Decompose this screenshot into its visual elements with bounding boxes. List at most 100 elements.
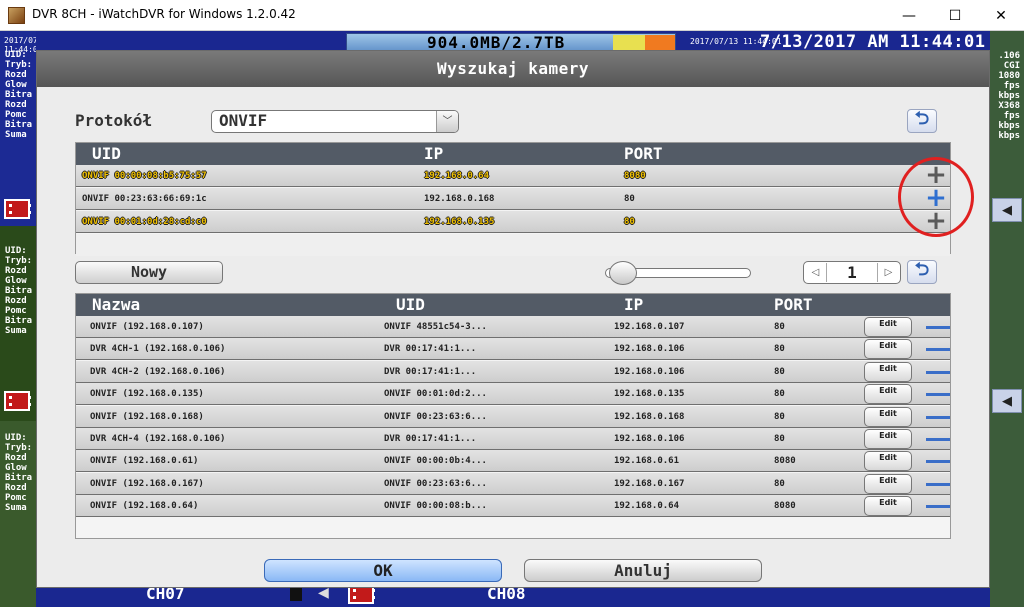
device-ip: 192.168.0.61	[614, 456, 680, 467]
edit-device-button[interactable]: Edit	[864, 451, 912, 472]
search-result-row[interactable]: ONVIF 00:23:63:66:69:1c 192.168.0.168 80 +	[76, 185, 950, 211]
search-result-row[interactable]: ONVIF 00:00:08:b5:75:57 192.168.0.64 8080 +	[76, 162, 950, 188]
next-page-button[interactable]: ▷	[877, 263, 899, 282]
back-button[interactable]: ⮌	[907, 259, 937, 284]
osd-line: CGI	[1003, 61, 1020, 71]
device-name: DVR 4CH-4 (192.168.0.106)	[90, 434, 226, 444]
column-header-port: PORT	[624, 144, 663, 163]
osd-line: Rozd	[5, 266, 27, 276]
osd-line: Rozd	[5, 296, 27, 306]
page-selector: ◁ 1 ▷	[803, 261, 901, 284]
search-results-table: UID IP PORT ONVIF 00:00:08:b5:75:57 192.1…	[75, 142, 951, 256]
camera-panel-right[interactable]: .106 CGI 1080 fps kbps X368 fps kbps kbps	[990, 31, 1024, 607]
camera-osd-list: UID: Tryb: Rozd Glow Bitra Rozd Pomc Bitra Suma	[5, 246, 32, 336]
osd-line: Pomc	[5, 306, 27, 316]
osd-line: X368	[998, 101, 1020, 111]
system-clock: 7/13/2017 AM 11:44:01	[760, 32, 986, 52]
device-row[interactable]: DVR 4CH-1 (192.168.0.106) DVR 00:17:41:1.…	[76, 338, 950, 361]
osd-line: fps	[1003, 111, 1020, 121]
device-row[interactable]: ONVIF (192.168.0.64) ONVIF 00:00:08:b... 1…	[76, 495, 950, 518]
osd-line: UID:	[5, 433, 27, 443]
camera-panel-left-mid[interactable]: UID: Tryb: Rozd Glow Bitra Rozd Pomc Bitra Suma	[0, 226, 36, 421]
edit-device-button[interactable]: Edit	[864, 473, 912, 494]
edit-device-button[interactable]: Edit	[864, 361, 912, 382]
chevron-down-icon[interactable]: ﹀	[436, 111, 458, 132]
device-row[interactable]: DVR 4CH-4 (192.168.0.106) DVR 00:17:41:1.…	[76, 428, 950, 450]
record-film-icon[interactable]	[4, 391, 31, 411]
osd-line: Tryb:	[5, 60, 33, 70]
zoom-slider-handle[interactable]	[608, 261, 637, 285]
device-port: 80	[774, 322, 785, 332]
device-table-header: Nazwa UID IP PORT	[76, 294, 950, 316]
edit-device-button[interactable]: Edit	[864, 406, 912, 427]
stop-icon[interactable]	[290, 587, 302, 601]
edit-device-button[interactable]: Edit	[864, 496, 912, 517]
current-page-number: 1	[847, 263, 857, 282]
column-header-uid: UID	[396, 295, 425, 314]
remove-device-minus-icon[interactable]	[926, 348, 950, 352]
new-camera-button[interactable]: Nowy	[75, 261, 223, 284]
osd-line: UID:	[5, 50, 27, 60]
osd-line: Rozd	[5, 70, 27, 80]
device-ip: 192.168.0.106	[614, 366, 685, 377]
maximize-button[interactable]: ☐	[932, 0, 978, 31]
cancel-button[interactable]: Anuluj	[524, 559, 762, 582]
device-uid: DVR 00:17:41:1...	[384, 434, 477, 444]
device-port: 80	[774, 478, 785, 489]
edit-device-button[interactable]: Edit	[864, 317, 912, 337]
remove-device-minus-icon[interactable]	[926, 482, 950, 486]
device-row[interactable]: DVR 4CH-2 (192.168.0.106) DVR 00:17:41:1.…	[76, 360, 950, 383]
refresh-search-button[interactable]: ⮌	[907, 108, 937, 133]
remove-device-minus-icon[interactable]	[926, 326, 950, 329]
remove-device-minus-icon[interactable]	[926, 415, 950, 419]
camera-panel-left-top[interactable]: 2017/07/13 11:44:01 UID:Tryb:RozdGlowBit…	[0, 31, 36, 226]
speaker-icon[interactable]: ◀	[992, 389, 1022, 413]
device-name: ONVIF (192.168.0.135)	[90, 389, 204, 400]
device-row[interactable]: ONVIF (192.168.0.167) ONVIF 00:23:63:6...…	[76, 472, 950, 495]
osd-line: Rozd	[5, 483, 27, 493]
osd-line: Tryb:	[5, 256, 33, 266]
camera-panel-left-bottom[interactable]: UID: Tryb: Rozd Glow Bitra Rozd Pomc Suma	[0, 421, 36, 607]
device-uid: ONVIF 00:23:63:6...	[384, 478, 487, 489]
osd-line: Glow	[5, 80, 27, 90]
osd-line: Glow	[5, 463, 27, 473]
record-film-icon[interactable]	[4, 199, 31, 219]
osd-line: Tryb:	[5, 443, 33, 453]
osd-line: Suma	[5, 130, 27, 140]
device-name: DVR 4CH-1 (192.168.0.106)	[90, 344, 226, 355]
remove-device-minus-icon[interactable]	[926, 505, 950, 509]
remove-device-minus-icon[interactable]	[926, 438, 950, 441]
remove-device-minus-icon[interactable]	[926, 393, 950, 397]
device-row[interactable]: ONVIF (192.168.0.107) ONVIF 48551c54-3...…	[76, 316, 950, 338]
remove-device-minus-icon[interactable]	[926, 460, 950, 464]
device-uid: ONVIF 00:01:0d:2...	[384, 389, 487, 400]
result-uid: ONVIF 00:23:63:66:69:1c	[82, 194, 207, 204]
device-name: ONVIF (192.168.0.168)	[90, 411, 204, 422]
minimize-button[interactable]: —	[886, 0, 932, 31]
remove-device-minus-icon[interactable]	[926, 370, 950, 374]
window-titlebar: DVR 8CH - iWatchDVR for Windows 1.2.0.42…	[0, 0, 1024, 31]
device-row[interactable]: ONVIF (192.168.0.135) ONVIF 00:01:0d:2...…	[76, 383, 950, 406]
speaker-icon[interactable]: ◀	[992, 198, 1022, 222]
device-row[interactable]: ONVIF (192.168.0.61) ONVIF 00:00:0b:4... 1…	[76, 450, 950, 473]
osd-line: fps	[1003, 81, 1020, 91]
empty-row	[76, 234, 950, 256]
column-header-ip: IP	[424, 144, 444, 163]
search-table-header: UID IP PORT	[76, 143, 950, 165]
search-result-row[interactable]: ONVIF 00:01:0d:28:cd:c0 192.168.0.135 80 +	[76, 208, 950, 234]
device-uid: ONVIF 00:00:08:b...	[384, 501, 487, 512]
device-uid: ONVIF 00:23:63:6...	[384, 411, 487, 422]
previous-page-button[interactable]: ◁	[805, 263, 827, 282]
edit-device-button[interactable]: Edit	[864, 429, 912, 449]
ok-button[interactable]: OK	[264, 559, 502, 582]
close-button[interactable]: ✕	[978, 0, 1024, 31]
osd-line: Suma	[5, 503, 27, 513]
protocol-select[interactable]: ONVIF ﹀	[211, 110, 459, 133]
edit-device-button[interactable]: Edit	[864, 384, 912, 405]
device-row[interactable]: ONVIF (192.168.0.168) ONVIF 00:23:63:6...…	[76, 405, 950, 428]
device-ip: 192.168.0.106	[614, 434, 685, 444]
column-header-port: PORT	[774, 295, 813, 314]
osd-line: Bitra	[5, 120, 33, 130]
edit-device-button[interactable]: Edit	[864, 339, 912, 360]
device-port: 80	[774, 411, 785, 422]
